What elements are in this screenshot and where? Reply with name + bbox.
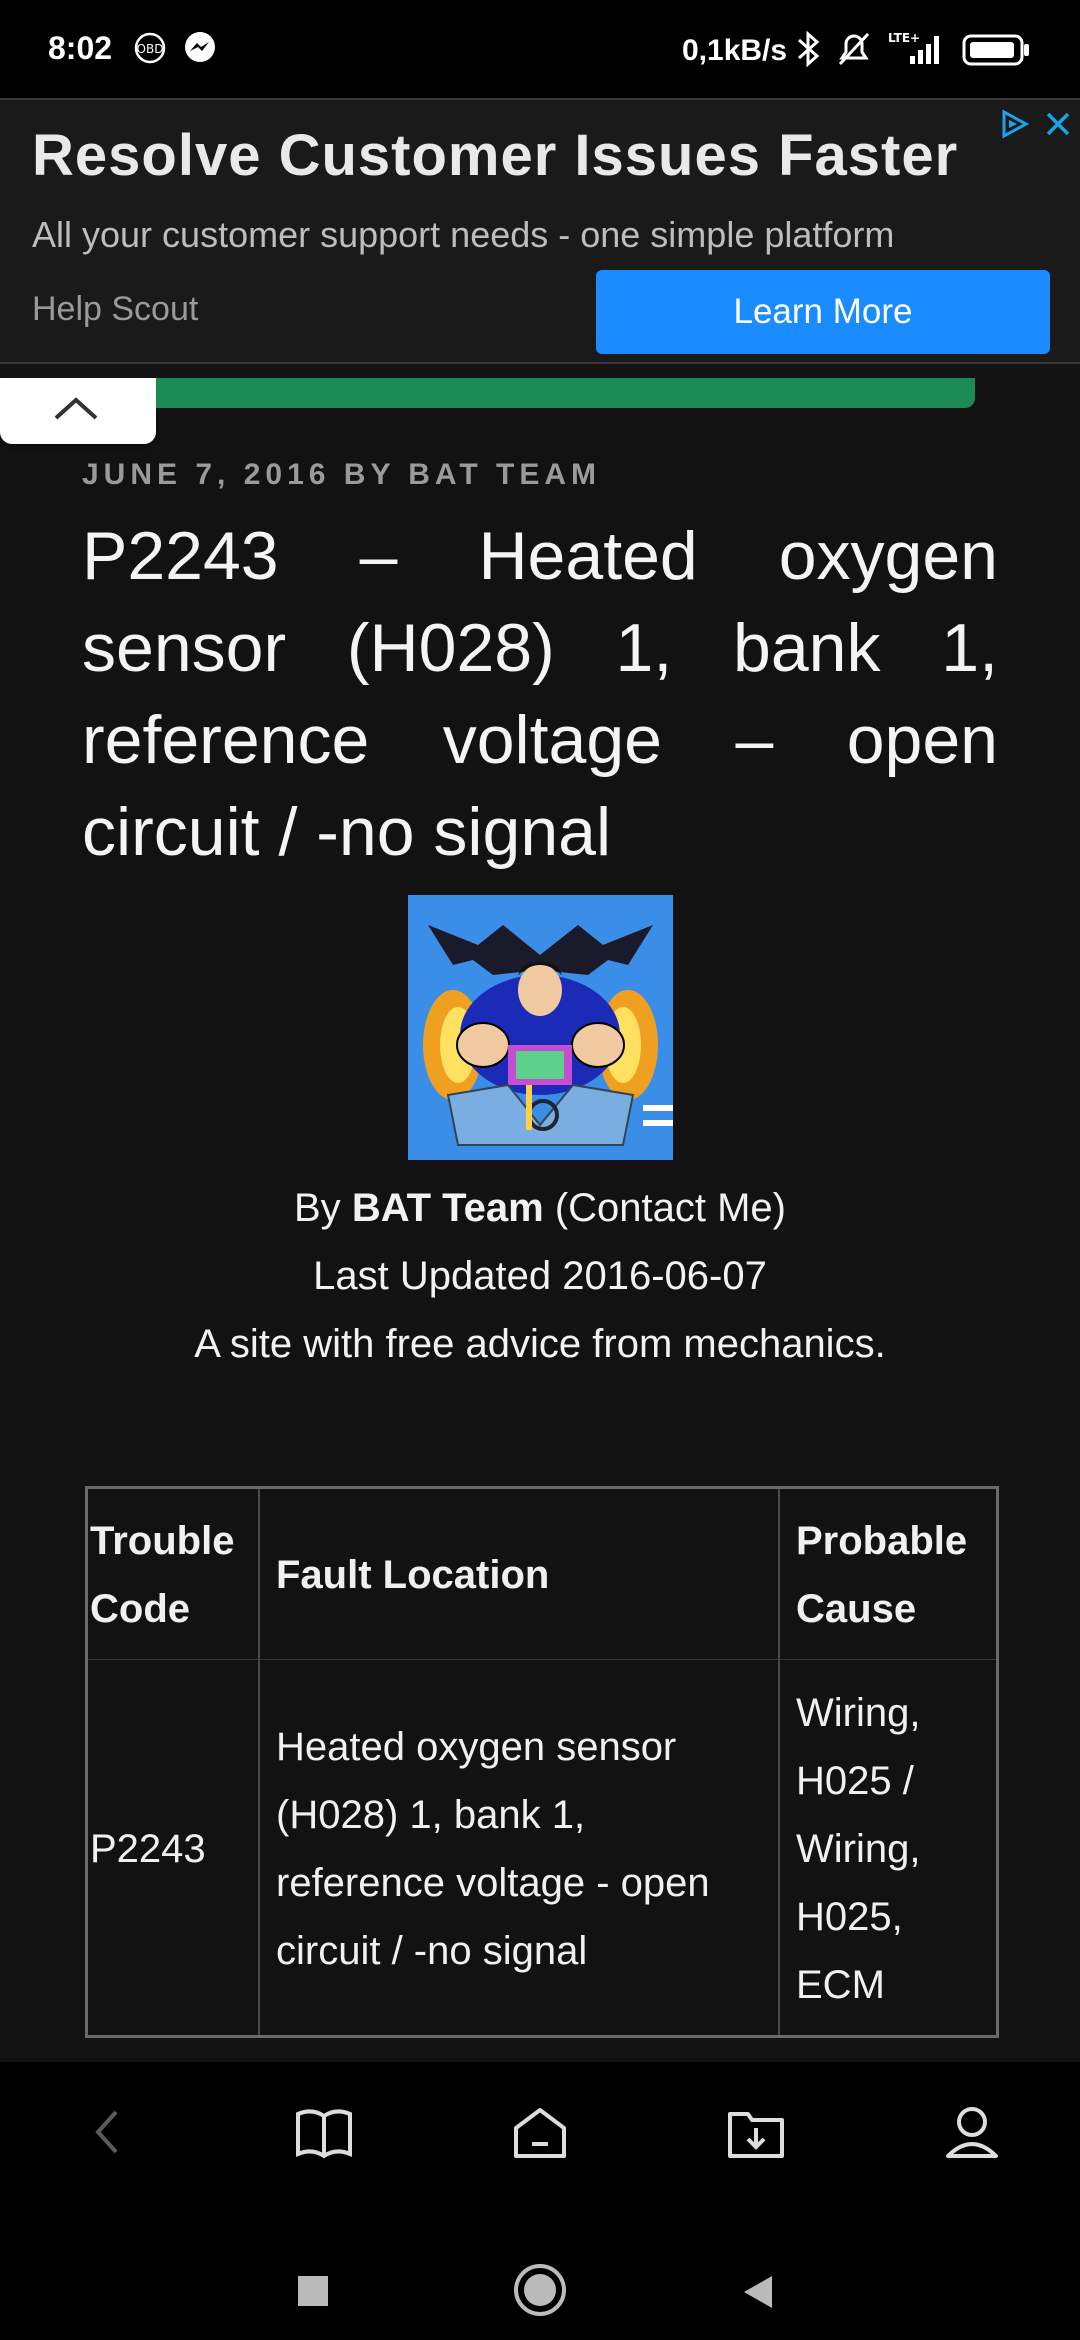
downloads-icon[interactable] [724,2102,788,2167]
author-byline: By BAT Team (Contact Me) [0,1186,1080,1231]
recents-icon[interactable] [296,2274,330,2313]
row-divider [88,1659,996,1660]
bookmarks-icon[interactable] [292,2102,356,2167]
header-probable-cause: Probable Cause [796,1519,968,1631]
learn-more-button[interactable]: Learn More [596,270,1050,354]
cell-fault-location: Heated oxygen sensor (H028) 1, bank 1, r… [276,1725,710,1973]
close-icon[interactable] [1040,106,1076,147]
ad-banner[interactable]: Resolve Customer Issues Faster All your … [0,98,1080,364]
lte-label: LTE+ [888,31,920,45]
battery-icon [962,34,1032,71]
ad-brand[interactable]: Help Scout [32,290,198,329]
author-avatar [408,895,673,1160]
cell-trouble-code: P2243 [90,1827,206,1871]
bluetooth-icon [796,30,822,73]
reading-progress-fill [156,378,976,408]
ad-choices-icon[interactable] [996,106,1032,147]
browser-toolbar [0,2062,1080,2212]
obd-icon: OBD [132,30,168,71]
messenger-icon [182,30,218,71]
back-to-top-button[interactable] [0,378,156,444]
chevron-up-icon [54,397,98,420]
header-fault-location: Fault Location [276,1553,550,1597]
clock: 8:02 [48,30,113,66]
alarm-muted-icon [834,30,874,73]
svg-text:OBD: OBD [137,42,164,56]
site-tagline: A site with free advice from mechanics. [194,1322,886,1366]
post-meta: JUNE 7, 2016 BY BAT TEAM [82,458,602,491]
profile-icon[interactable] [940,2102,1004,2167]
cell-probable-cause: Wiring, H025 / Wiring, H025, ECM [796,1691,921,2007]
page-title: P2243 – Heated oxygen sensor (H028) 1, b… [82,518,998,870]
back-icon[interactable] [82,2102,132,2167]
contact-me-link[interactable]: (Contact Me) [555,1186,786,1230]
column-divider [778,1489,780,2035]
author-prefix: By [294,1186,341,1230]
back-icon[interactable] [738,2272,778,2317]
system-navigation-bar [0,2212,1080,2340]
ad-title[interactable]: Resolve Customer Issues Faster [32,122,958,189]
home-icon[interactable] [508,2102,572,2167]
trouble-code-table: Trouble Code Fault Location Probable Cau… [85,1486,999,2038]
status-bar: 8:02 OBD 0,1kB/s LTE+ [0,0,1080,100]
lte-signal-icon: LTE+ [886,30,948,73]
column-divider [258,1489,260,2035]
last-updated: Last Updated 2016-06-07 [313,1254,767,1298]
ad-subtitle: All your customer support needs - one si… [32,214,895,255]
network-rate: 0,1kB/s [682,34,788,67]
home-icon[interactable] [512,2262,568,2323]
reading-progress-bar [156,378,992,408]
author-name-link[interactable]: BAT Team [352,1186,544,1230]
header-trouble-code: Trouble Code [90,1519,235,1631]
